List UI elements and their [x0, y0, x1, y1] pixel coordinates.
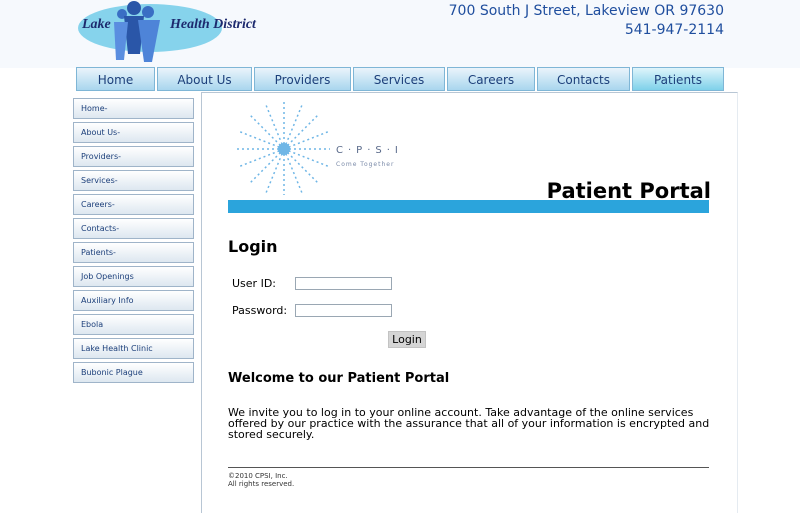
sidebar-item-auxiliary-info[interactable]: Auxiliary Info — [73, 290, 194, 311]
sidebar-item-patients[interactable]: Patients- — [73, 242, 194, 263]
sidebar-item-contacts[interactable]: Contacts- — [73, 218, 194, 239]
phone-text: 541-947-2114 — [624, 22, 724, 38]
top-navigation: Home About Us Providers Services Careers… — [76, 67, 724, 93]
tab-providers[interactable]: Providers — [254, 67, 351, 91]
logo-lake-text: Lake — [82, 17, 111, 32]
main-content: C·P·S·I Come Together Patient Portal Log… — [201, 92, 738, 513]
copyright-line: ©2010 CPSI, Inc. — [228, 472, 288, 480]
rights-line: All rights reserved. — [228, 480, 295, 488]
logo-health-district-text: Health District — [170, 17, 256, 32]
sidebar-item-services[interactable]: Services- — [73, 170, 194, 191]
sidebar-item-lake-health-clinic[interactable]: Lake Health Clinic — [73, 338, 194, 359]
title-accent-bar — [228, 200, 709, 213]
sidebar-item-providers[interactable]: Providers- — [73, 146, 194, 167]
user-id-label: User ID: — [232, 277, 276, 290]
login-button[interactable]: Login — [388, 331, 426, 348]
cpsi-letters: C·P·S·I — [336, 145, 403, 156]
tab-careers[interactable]: Careers — [447, 67, 535, 91]
cpsi-tagline: Come Together — [336, 161, 395, 168]
lake-health-district-logo[interactable]: Lake Health District — [78, 0, 268, 66]
sidebar-item-about-us[interactable]: About Us- — [73, 122, 194, 143]
welcome-text: We invite you to log in to your online a… — [228, 406, 710, 441]
login-heading: Login — [228, 237, 278, 256]
password-label: Password: — [232, 304, 288, 317]
user-id-input[interactable] — [295, 277, 392, 290]
sidebar-item-job-openings[interactable]: Job Openings — [73, 266, 194, 287]
sidebar-item-careers[interactable]: Careers- — [73, 194, 194, 215]
welcome-heading: Welcome to our Patient Portal — [228, 371, 450, 386]
sidebar-item-bubonic-plague[interactable]: Bubonic Plague — [73, 362, 194, 383]
password-input[interactable] — [295, 304, 392, 317]
cpsi-logo: C·P·S·I Come Together — [230, 97, 420, 197]
tab-home[interactable]: Home — [76, 67, 155, 91]
tab-about-us[interactable]: About Us — [157, 67, 252, 91]
tab-patients[interactable]: Patients — [632, 67, 724, 91]
sidebar-item-home[interactable]: Home- — [73, 98, 194, 119]
cpsi-starburst-icon — [234, 101, 331, 195]
copyright: ©2010 CPSI, Inc. All rights reserved. — [228, 472, 294, 488]
tab-services[interactable]: Services — [353, 67, 445, 91]
tab-contacts[interactable]: Contacts — [537, 67, 630, 91]
address-text: 700 South J Street, Lakeview OR 97630 — [448, 3, 724, 19]
side-navigation: Home- About Us- Providers- Services- Car… — [73, 98, 194, 386]
footer-divider — [228, 467, 709, 468]
contact-block: 700 South J Street, Lakeview OR 97630 54… — [449, 2, 724, 40]
logo-graphic — [78, 1, 222, 62]
sidebar-item-ebola[interactable]: Ebola — [73, 314, 194, 335]
